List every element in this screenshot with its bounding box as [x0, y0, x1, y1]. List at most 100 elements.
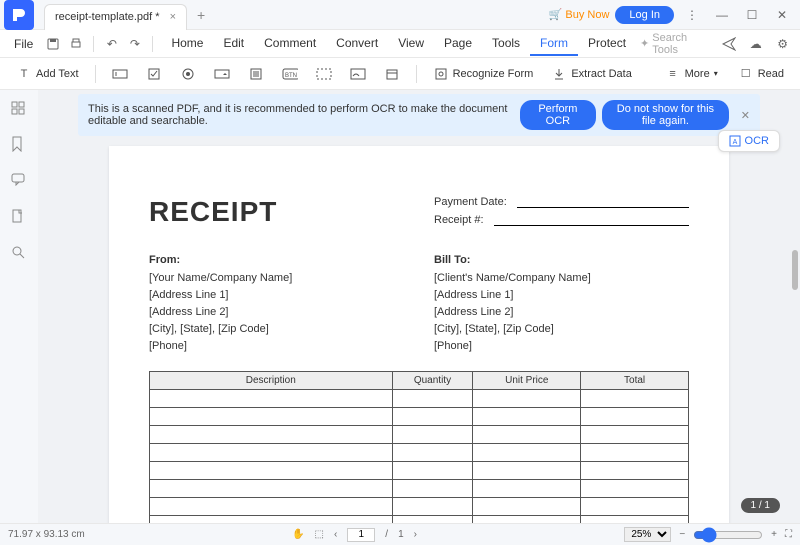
close-window-icon[interactable]: ✕ [770, 3, 794, 27]
text-icon: T [16, 66, 32, 82]
scrollbar-thumb[interactable] [792, 250, 798, 290]
image-field-tool[interactable] [310, 63, 338, 85]
menubar: File ↶ ↷ HomeEditCommentConvertViewPageT… [0, 30, 800, 58]
add-text-button[interactable]: T Add Text [10, 63, 85, 85]
send-icon[interactable] [719, 34, 738, 54]
form-toolbar: T Add Text BTN Recognize Form Extract Da… [0, 58, 800, 90]
comment-icon[interactable] [10, 172, 28, 190]
document-viewport[interactable]: This is a scanned PDF, and it is recomme… [38, 90, 800, 523]
minimize-icon[interactable]: — [710, 3, 734, 27]
redo-icon[interactable]: ↷ [125, 34, 144, 54]
menu-comment[interactable]: Comment [254, 32, 326, 56]
workspace: This is a scanned PDF, and it is recomme… [0, 90, 800, 523]
search-tools[interactable]: ✦ Search Tools [640, 32, 711, 56]
menu-edit[interactable]: Edit [213, 32, 254, 56]
table-cell [473, 462, 581, 480]
menu-page[interactable]: Page [434, 32, 482, 56]
extract-icon [551, 66, 567, 82]
zoom-out-icon[interactable]: − [679, 529, 685, 540]
banner-message: This is a scanned PDF, and it is recomme… [88, 103, 520, 127]
menu-convert[interactable]: Convert [326, 32, 388, 56]
billto-address-line: [City], [State], [Zip Code] [434, 323, 689, 335]
receipt-table: DescriptionQuantityUnit PriceTotal [149, 371, 689, 523]
select-tool-icon[interactable]: ⬚ [315, 529, 324, 540]
from-label: From: [149, 254, 404, 266]
chevron-down-icon: ▾ [714, 69, 718, 78]
menu-home[interactable]: Home [161, 32, 213, 56]
perform-ocr-button[interactable]: Perform OCR [520, 100, 596, 130]
table-cell [392, 426, 473, 444]
button-tool[interactable]: BTN [276, 63, 304, 85]
page-number-input[interactable] [347, 528, 375, 542]
hamburger-icon: ≡ [665, 66, 681, 82]
billto-address-line: [Phone] [434, 340, 689, 352]
table-cell [392, 390, 473, 408]
floating-ocr-button[interactable]: A OCR [718, 130, 780, 152]
listbox-tool[interactable] [242, 63, 270, 85]
fit-page-icon[interactable]: ⛶ [785, 529, 792, 540]
checkbox-tool[interactable] [140, 63, 168, 85]
login-button[interactable]: Log In [615, 6, 674, 24]
wand-icon: ✦ [640, 37, 649, 50]
banner-close-icon[interactable]: ✕ [741, 109, 750, 122]
signature-tool[interactable] [344, 63, 372, 85]
recognize-form-button[interactable]: Recognize Form [427, 63, 540, 85]
extract-data-button[interactable]: Extract Data [545, 63, 638, 85]
table-row [150, 480, 689, 498]
thumbnails-icon[interactable] [10, 100, 28, 118]
zoom-select[interactable]: 25% [624, 527, 671, 542]
from-address-line: [City], [State], [Zip Code] [149, 323, 404, 335]
text-field-tool[interactable] [106, 63, 134, 85]
table-cell [150, 408, 393, 426]
more-button[interactable]: ≡ More ▾ [659, 63, 724, 85]
zoom-in-icon[interactable]: + [771, 529, 777, 540]
table-cell [581, 390, 689, 408]
bookmark-icon[interactable] [10, 136, 28, 154]
table-cell [473, 390, 581, 408]
undo-icon[interactable]: ↶ [102, 34, 121, 54]
maximize-icon[interactable]: ☐ [740, 3, 764, 27]
file-menu[interactable]: File [8, 35, 39, 53]
attachment-icon[interactable] [10, 208, 28, 226]
document-tab[interactable]: receipt-template.pdf * × [44, 4, 187, 30]
zoom-slider[interactable] [693, 527, 763, 543]
do-not-show-button[interactable]: Do not show for this file again. [602, 100, 729, 130]
prev-page-icon[interactable]: ‹ [334, 529, 337, 540]
table-cell [473, 498, 581, 516]
table-cell [581, 498, 689, 516]
billto-address-line: [Client's Name/Company Name] [434, 272, 689, 284]
date-tool[interactable] [378, 63, 406, 85]
search-icon[interactable] [10, 244, 28, 262]
table-row [150, 462, 689, 480]
read-toggle[interactable]: ☐ Read [732, 63, 790, 85]
page-dimensions: 71.97 x 93.13 cm [8, 529, 85, 540]
menu-form[interactable]: Form [530, 32, 578, 56]
from-address-line: [Address Line 1] [149, 289, 404, 301]
billto-address-line: [Address Line 2] [434, 306, 689, 318]
gear-icon[interactable]: ⚙ [773, 34, 792, 54]
add-tab-button[interactable]: + [197, 7, 205, 23]
table-cell [392, 516, 473, 524]
menu-protect[interactable]: Protect [578, 32, 636, 56]
table-row [150, 444, 689, 462]
next-page-icon[interactable]: › [414, 529, 417, 540]
save-icon[interactable] [43, 34, 62, 54]
table-row [150, 426, 689, 444]
kebab-menu-icon[interactable]: ⋮ [680, 3, 704, 27]
menu-view[interactable]: View [388, 32, 434, 56]
dropdown-tool[interactable] [208, 63, 236, 85]
table-cell [392, 480, 473, 498]
table-cell [150, 390, 393, 408]
radio-tool[interactable] [174, 63, 202, 85]
print-icon[interactable] [66, 34, 85, 54]
statusbar: 71.97 x 93.13 cm ✋ ⬚ ‹ / 1 › 25% − + ⛶ [0, 523, 800, 545]
menu-tools[interactable]: Tools [482, 32, 530, 56]
ocr-icon: A [729, 135, 741, 147]
cloud-icon[interactable]: ☁ [746, 34, 765, 54]
table-cell [392, 498, 473, 516]
close-icon[interactable]: × [170, 11, 176, 23]
vertical-scrollbar[interactable] [792, 130, 798, 493]
buy-now-link[interactable]: 🛒 Buy Now [549, 8, 610, 21]
table-cell [150, 426, 393, 444]
hand-tool-icon[interactable]: ✋ [292, 529, 304, 540]
